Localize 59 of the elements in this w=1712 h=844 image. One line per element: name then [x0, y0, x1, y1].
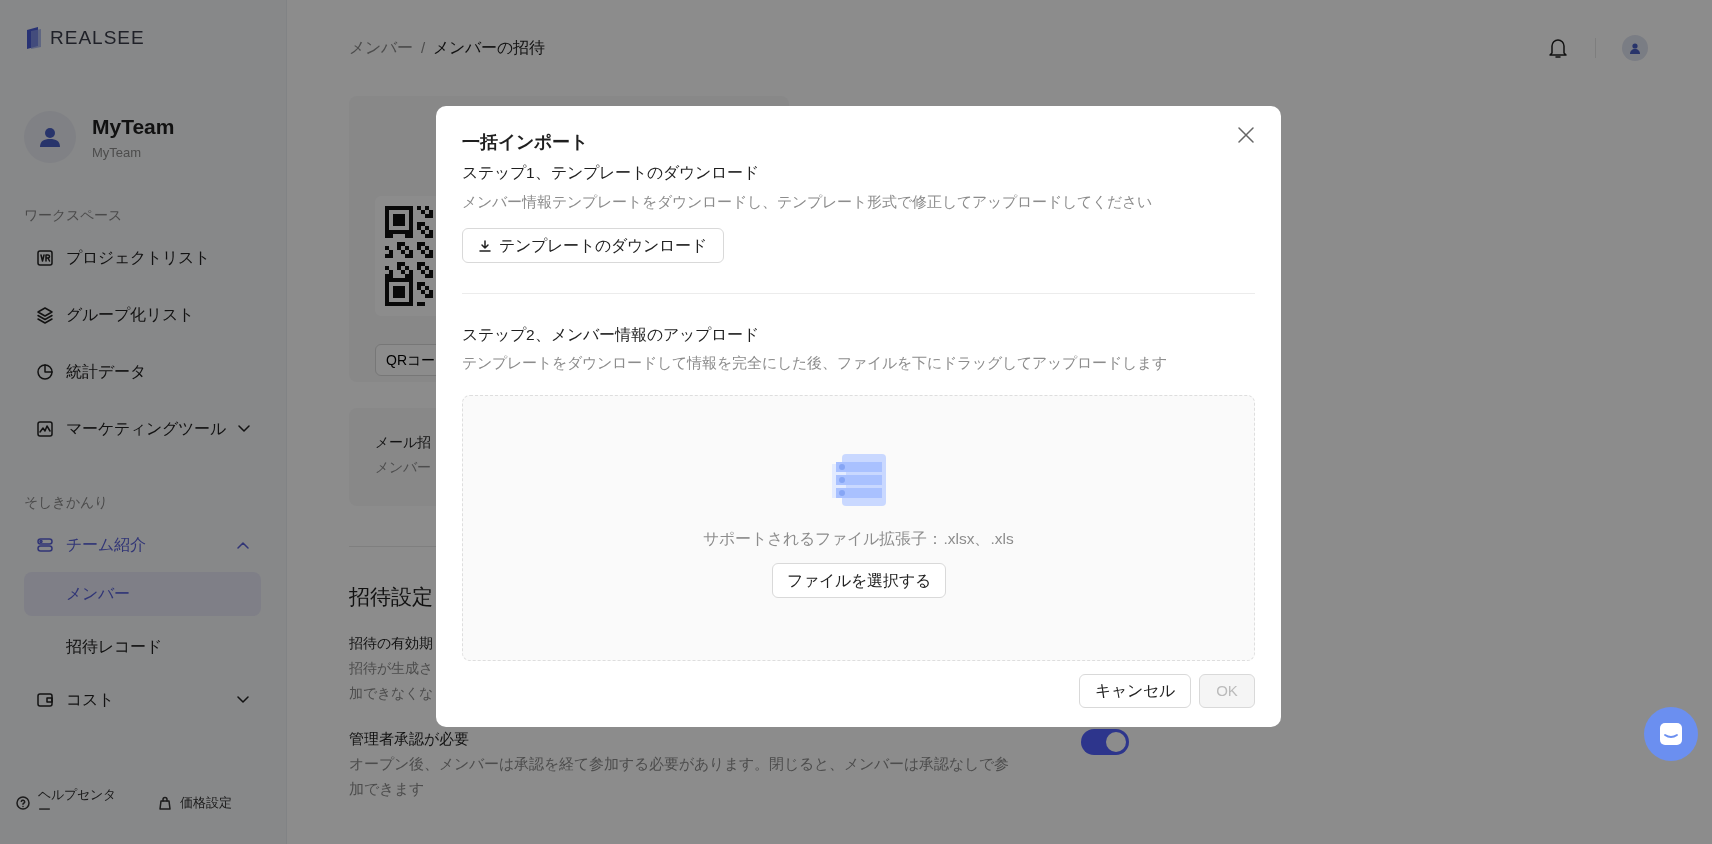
item-label: コスト: [66, 689, 114, 710]
team-subtitle: MyTeam: [92, 143, 143, 162]
upload-dropzone[interactable]: サポートされるファイル拡張子：.xlsx、.xls ファイルを選択する: [462, 394, 1255, 661]
setting-title: 招待の有効期: [349, 634, 433, 653]
sidebar-item[interactable]: チーム紹介: [24, 522, 261, 567]
sidebar-subitem[interactable]: 招待レコード: [24, 624, 261, 669]
stack-icon: [36, 535, 54, 554]
pricing-link[interactable]: 価格設定: [158, 793, 232, 813]
download-template-button[interactable]: テンプレートのダウンロード: [462, 228, 724, 263]
chat-icon: [1658, 721, 1684, 747]
sidebar-item[interactable]: コスト: [24, 677, 261, 722]
toggle-switch[interactable]: [1081, 728, 1129, 755]
breadcrumb-separator: /: [421, 37, 426, 58]
step-title: ステップ1、テンプレートのダウンロード: [462, 163, 760, 184]
layers-icon: [36, 305, 54, 324]
sidebar-item[interactable]: プロジェクトリスト: [24, 235, 261, 280]
help-icon: [16, 796, 30, 811]
item-label: マーケティングツール: [66, 418, 226, 439]
person-icon: [39, 125, 61, 148]
section-title: 招待設定: [349, 584, 433, 610]
sidebar-item[interactable]: グループ化リスト: [24, 292, 261, 337]
select-file-button[interactable]: ファイルを選択する: [771, 563, 946, 598]
item-label: プロジェクトリスト: [66, 247, 210, 268]
card-title: メール招: [375, 433, 432, 452]
team-name: MyTeam: [92, 114, 175, 140]
cancel-button[interactable]: キャンセル: [1079, 673, 1191, 708]
item-label: グループ化リスト: [66, 304, 194, 325]
setting-description: 招待が生成さ: [349, 658, 434, 678]
step-description: メンバー情報テンプレートをダウンロードし、テンプレート形式で修正してアップロードしてください: [462, 191, 1153, 212]
bag-icon: [158, 796, 172, 811]
item-label: 統計データ: [66, 361, 146, 382]
step-title: ステップ2、メンバー情報のアップロード: [462, 325, 760, 345]
user-avatar[interactable]: [1622, 35, 1648, 61]
pie-chart-icon: [36, 362, 54, 381]
setting-title: 管理者承認が必要: [349, 728, 469, 749]
bell-icon: [1547, 36, 1569, 60]
spreadsheet-icon: [831, 452, 886, 507]
person-icon: [1629, 42, 1641, 54]
modal-title: 一括インポート: [462, 131, 588, 154]
close-icon: [1238, 127, 1254, 143]
supported-formats-text: サポートされるファイル拡張子：.xlsx、.xls: [703, 528, 1014, 549]
setting-description: オープン後、メンバーは承認を経て参加する必要があります。閉じると、メンバーは承認なしで参加できます: [349, 753, 1010, 799]
chat-button[interactable]: [1644, 707, 1698, 761]
section-heading: ワークスペース: [24, 205, 123, 225]
logo-icon: [24, 26, 42, 51]
download-icon: [479, 239, 491, 252]
sidebar-item[interactable]: 統計データ: [24, 349, 261, 394]
section-heading: そしきかんり: [24, 492, 109, 512]
item-label: チーム紹介: [66, 534, 146, 555]
sidebar-subitem[interactable]: メンバー: [24, 571, 261, 616]
vr-icon: [36, 248, 54, 267]
logo-text: REALSEE: [50, 26, 145, 50]
help-center-link[interactable]: ヘルプセンター: [16, 788, 116, 818]
sidebar-item[interactable]: マーケティングツール: [24, 406, 261, 451]
wallet-icon: [36, 690, 54, 709]
close-button[interactable]: [1237, 126, 1255, 144]
line-chart-icon: [36, 419, 54, 438]
breadcrumb-item: メンバーの招待: [433, 38, 546, 58]
setting-description: 加できなくな: [349, 683, 434, 703]
